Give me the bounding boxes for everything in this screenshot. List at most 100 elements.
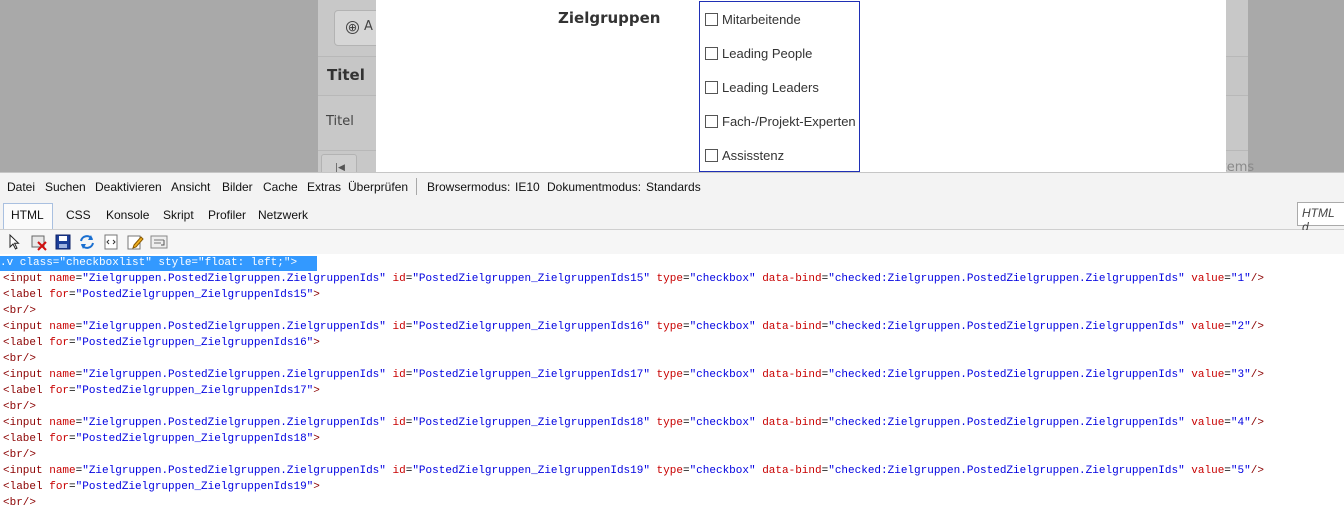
- code-line-br[interactable]: <br/>: [3, 351, 36, 367]
- checkbox[interactable]: [705, 115, 718, 128]
- checkbox[interactable]: [705, 47, 718, 60]
- code-line-input[interactable]: <input name = "Zielgruppen.PostedZielgrupp…: [3, 319, 1264, 335]
- tag-open: <input: [3, 369, 50, 381]
- code-line-label[interactable]: <label for="PostedZielgruppen_Zielgruppe…: [3, 431, 320, 447]
- view-source-icon[interactable]: [102, 233, 120, 251]
- checkbox-label[interactable]: Fach-/Projekt-Experten: [722, 114, 856, 129]
- attr-value: "checkbox": [689, 321, 756, 333]
- tag-open: <input: [3, 417, 50, 429]
- tag-close: />: [1250, 369, 1264, 381]
- equals: =: [682, 321, 690, 333]
- attr-name: name: [49, 417, 76, 429]
- code-line-br[interactable]: <br/>: [3, 447, 36, 463]
- menu-ueberpruefen[interactable]: Überprüfen: [348, 180, 408, 194]
- attr-value: "Zielgruppen.PostedZielgruppen.Zielgrupp…: [82, 417, 386, 429]
- attr-value: "checkbox": [689, 273, 756, 285]
- attr-name: for: [49, 289, 70, 301]
- save-icon[interactable]: [54, 233, 72, 251]
- tab-profiler[interactable]: Profiler: [208, 208, 246, 222]
- tag-open: <label: [3, 481, 50, 493]
- checkbox-label[interactable]: Mitarbeitende: [722, 12, 801, 27]
- menu-datei[interactable]: Datei: [7, 180, 35, 194]
- attr-value: "PostedZielgruppen_ZielgruppenIds17": [75, 385, 314, 397]
- document-mode-label[interactable]: Dokumentmodus:: [547, 180, 641, 194]
- attr-name: type: [649, 465, 683, 477]
- attr-value: "PostedZielgruppen_ZielgruppenIds18": [75, 433, 314, 445]
- attr-value: "checked:Zielgruppen.PostedZielgruppen.Z…: [828, 465, 1185, 477]
- attr-name: data-bind: [755, 465, 822, 477]
- tag-close: />: [1250, 465, 1264, 477]
- browser-mode-value[interactable]: IE10: [515, 180, 540, 194]
- menu-suchen[interactable]: Suchen: [45, 180, 86, 194]
- menu-extras[interactable]: Extras: [307, 180, 341, 194]
- code-line-label[interactable]: <label for="PostedZielgruppen_Zielgruppe…: [3, 287, 320, 303]
- tag-close: >: [313, 433, 320, 445]
- tag-close: >: [313, 337, 320, 349]
- menu-deaktivieren[interactable]: Deaktivieren: [95, 180, 162, 194]
- table-header-title[interactable]: Titel: [327, 66, 365, 84]
- attr-name: type: [649, 417, 683, 429]
- html-source-view[interactable]: .v class="checkboxlist" style="float: le…: [0, 255, 1344, 512]
- code-line-br[interactable]: <br/>: [3, 495, 36, 511]
- tab-netzwerk[interactable]: Netzwerk: [258, 208, 308, 222]
- attr-value: "PostedZielgruppen_ZielgruppenIds19": [412, 465, 650, 477]
- attr-value: "PostedZielgruppen_ZielgruppenIds18": [412, 417, 650, 429]
- code-line-br[interactable]: <br/>: [3, 303, 36, 319]
- menu-ansicht[interactable]: Ansicht: [171, 180, 210, 194]
- equals: =: [69, 433, 76, 445]
- attr-value: "PostedZielgruppen_ZielgruppenIds19": [75, 481, 314, 493]
- attr-value: "Zielgruppen.PostedZielgruppen.Zielgrupp…: [82, 369, 386, 381]
- code-line-input[interactable]: <input name = "Zielgruppen.PostedZielgrupp…: [3, 463, 1264, 479]
- code-line-br[interactable]: <br/>: [3, 399, 36, 415]
- code-line-input[interactable]: <input name = "Zielgruppen.PostedZielgrupp…: [3, 271, 1264, 287]
- code-line-input[interactable]: <input name = "Zielgruppen.PostedZielgrupp…: [3, 367, 1264, 383]
- menu-cache[interactable]: Cache: [263, 180, 298, 194]
- tag-open: <input: [3, 273, 50, 285]
- checkbox[interactable]: [705, 149, 718, 162]
- edit-icon[interactable]: [126, 233, 144, 251]
- code-line-label[interactable]: <label for="PostedZielgruppen_Zielgruppe…: [3, 335, 320, 351]
- attr-value: "Zielgruppen.PostedZielgruppen.Zielgrupp…: [82, 465, 386, 477]
- checkbox[interactable]: [705, 81, 718, 94]
- tab-html[interactable]: HTML: [11, 208, 44, 222]
- menu-separator: [416, 178, 417, 195]
- br-tag: <br/>: [3, 305, 37, 317]
- attr-value: "Zielgruppen.PostedZielgruppen.Zielgrupp…: [82, 321, 386, 333]
- word-wrap-icon[interactable]: [150, 233, 168, 251]
- code-line-input[interactable]: <input name = "Zielgruppen.PostedZielgrupp…: [3, 415, 1264, 431]
- checkbox-label[interactable]: Assisstenz: [722, 148, 784, 163]
- tag-open: <input: [3, 321, 50, 333]
- code-line-label[interactable]: <label for="PostedZielgruppen_Zielgruppe…: [3, 383, 320, 399]
- attr-name: type: [649, 369, 683, 381]
- equals: =: [1224, 273, 1231, 285]
- add-circle-icon: ⊕: [346, 21, 359, 34]
- code-line-label[interactable]: <label for="PostedZielgruppen_Zielgruppe…: [3, 479, 320, 495]
- br-tag: <br/>: [3, 497, 37, 509]
- devtools-toolbar: [0, 230, 1344, 254]
- checkbox-list: Mitarbeitende Leading People Leading Lea…: [699, 1, 860, 172]
- clear-outline-icon[interactable]: [30, 233, 48, 251]
- attr-value: "checked:Zielgruppen.PostedZielgruppen.Z…: [828, 417, 1185, 429]
- equals: =: [1224, 417, 1231, 429]
- attr-name: data-bind: [755, 369, 822, 381]
- devtools-tabbar: HTML CSS Konsole Skript Profiler Netzwer…: [0, 201, 1344, 234]
- zielgruppen-label: Zielgruppen: [558, 9, 661, 27]
- document-mode-value[interactable]: Standards: [646, 180, 701, 194]
- browser-mode-label[interactable]: Browsermodus:: [427, 180, 510, 194]
- checkbox-label[interactable]: Leading Leaders: [722, 80, 819, 95]
- tag-close: />: [1250, 273, 1264, 285]
- select-element-icon[interactable]: [6, 233, 24, 251]
- tab-skript[interactable]: Skript: [163, 208, 194, 222]
- tab-css[interactable]: CSS: [66, 208, 91, 222]
- first-page-icon: |◀: [335, 163, 345, 172]
- attr-value: "checkbox": [689, 417, 756, 429]
- code-line-selected[interactable]: .v class="checkboxlist" style="float: le…: [0, 255, 297, 271]
- attr-name: id: [385, 417, 406, 429]
- checkbox-label[interactable]: Leading People: [722, 46, 812, 61]
- checkbox[interactable]: [705, 13, 718, 26]
- tab-konsole[interactable]: Konsole: [106, 208, 149, 222]
- refresh-icon[interactable]: [78, 233, 96, 251]
- equals: =: [1224, 369, 1231, 381]
- equals: =: [1224, 321, 1231, 333]
- menu-bilder[interactable]: Bilder: [222, 180, 253, 194]
